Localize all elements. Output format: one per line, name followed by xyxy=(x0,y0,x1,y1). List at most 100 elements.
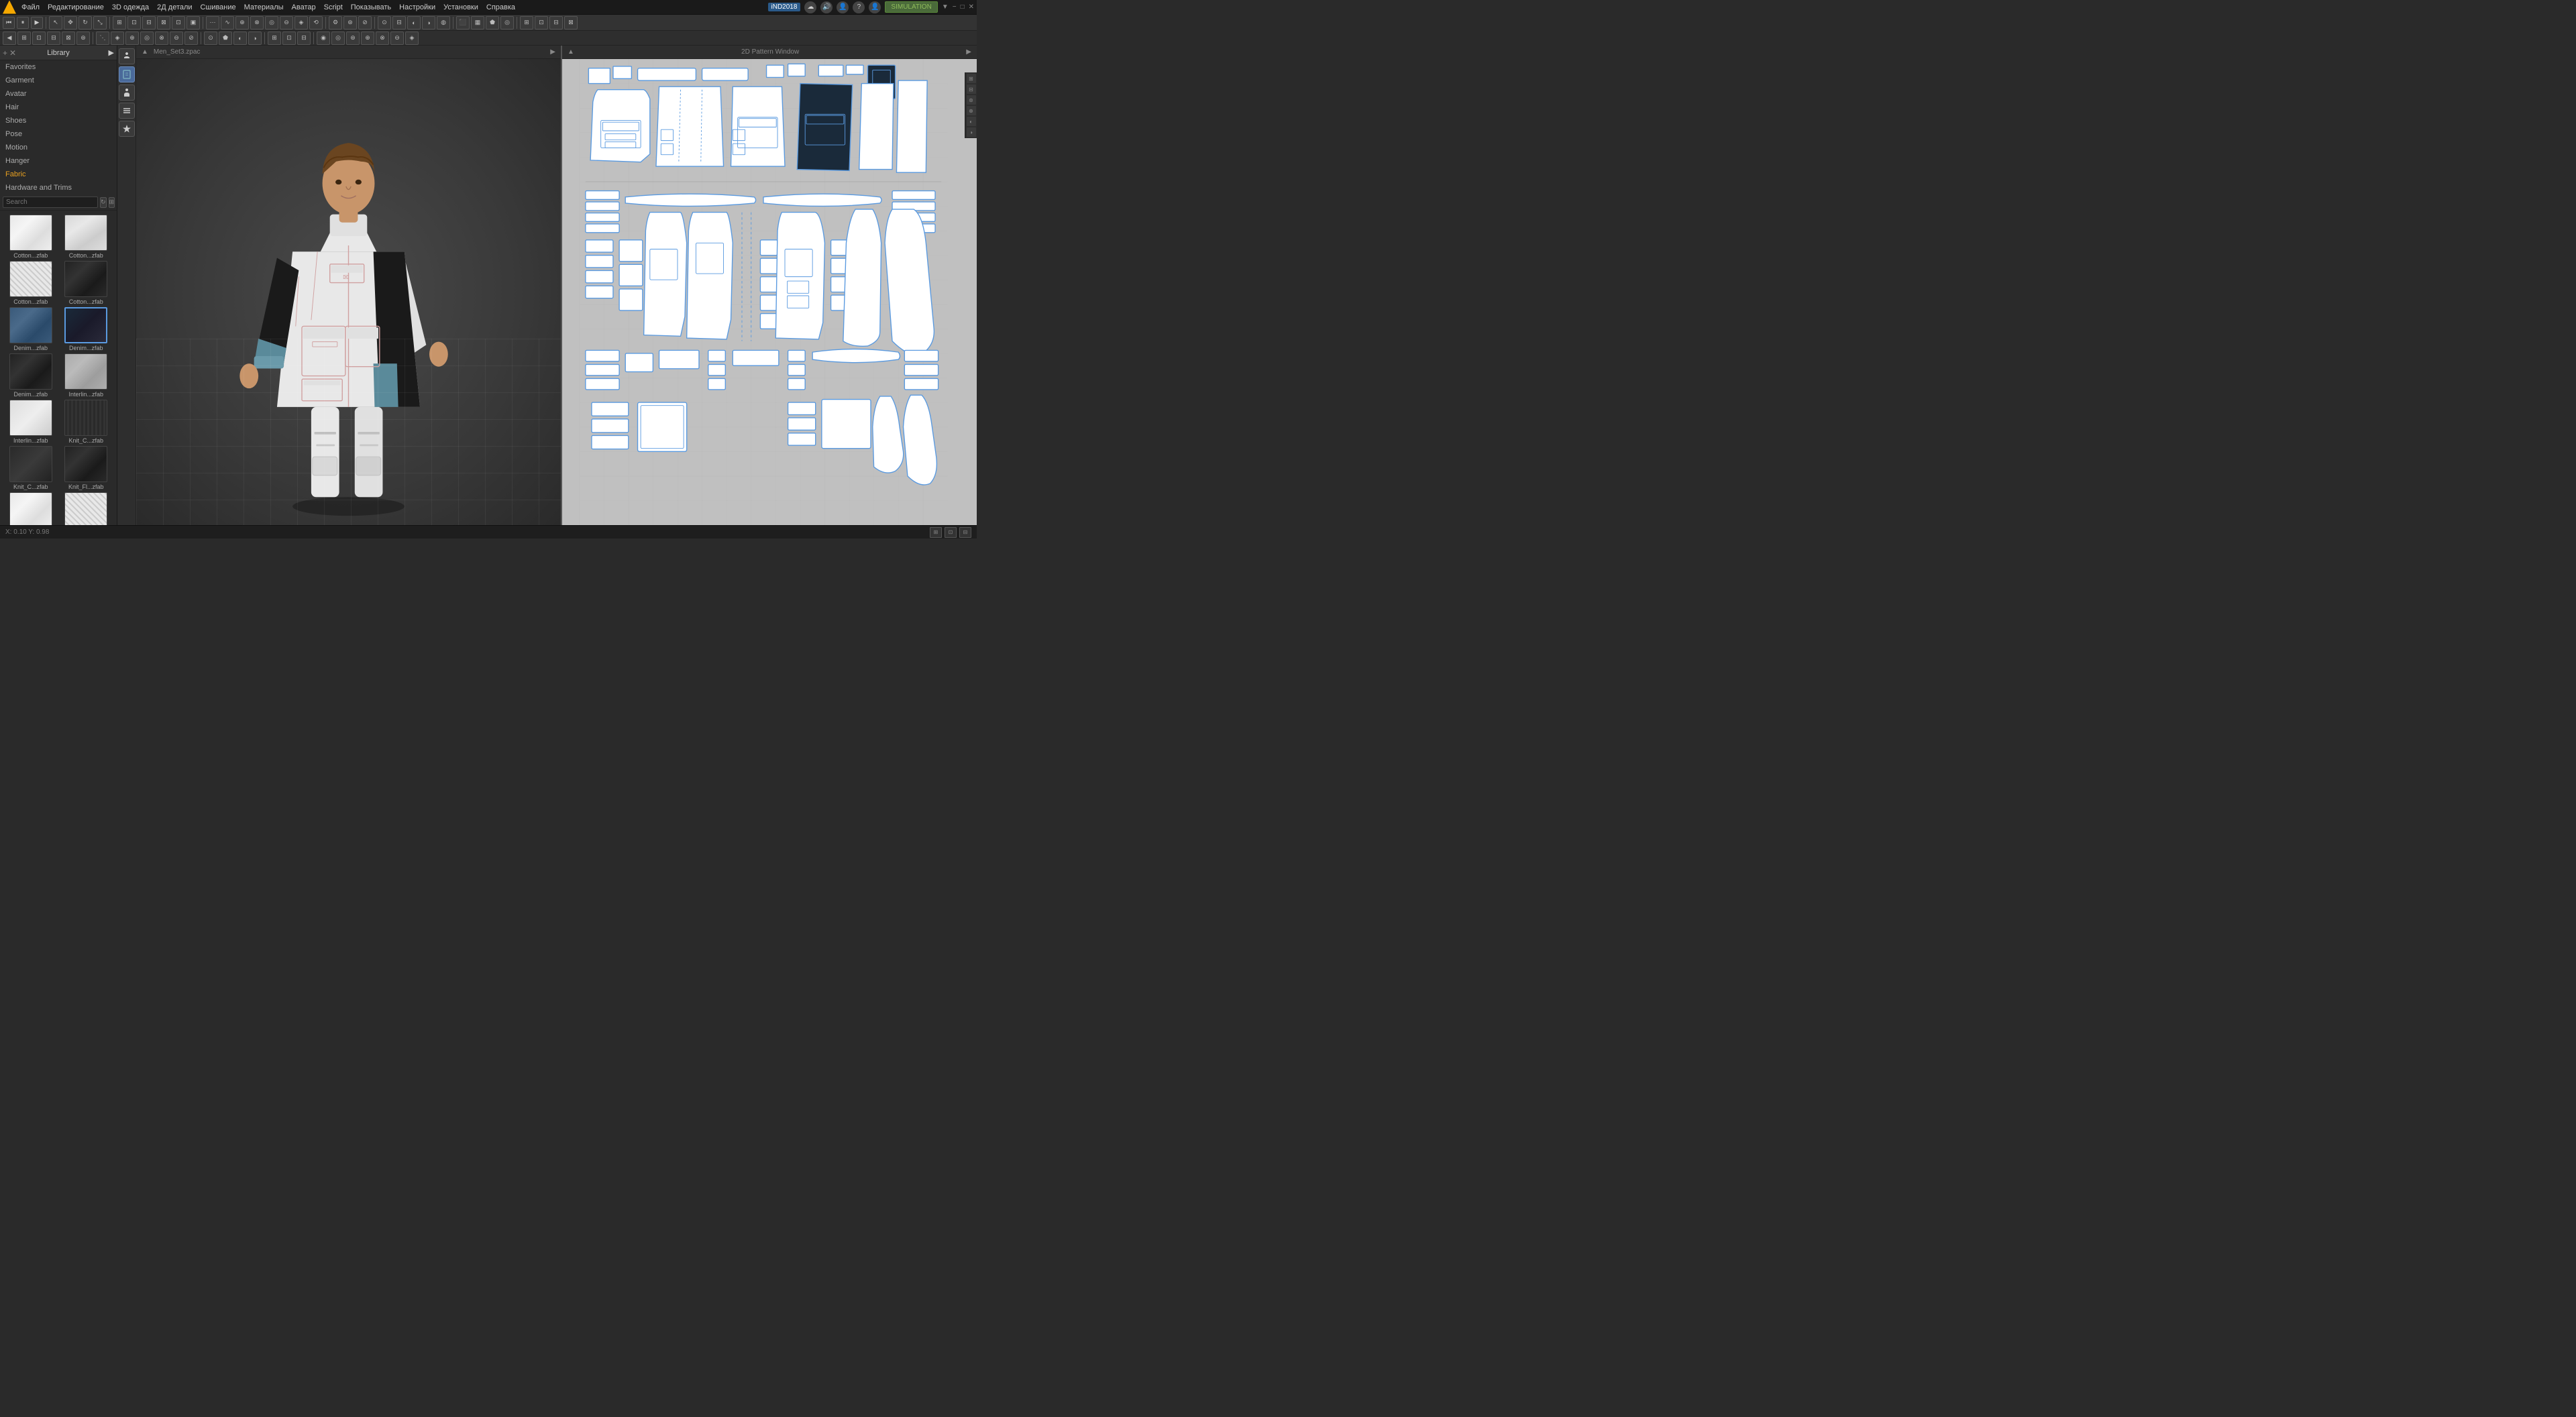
tool-19[interactable]: ⚙ xyxy=(329,16,342,30)
tb2-5[interactable]: ⊠ xyxy=(62,32,75,45)
fabric-item-6[interactable]: Denim...zfab xyxy=(4,353,58,398)
sidebar-item-garment[interactable]: Garment xyxy=(0,74,117,87)
sidebar-item-pose[interactable]: Pose xyxy=(0,127,117,141)
cloud-icon[interactable]: ☁ xyxy=(804,1,816,13)
tb2-11[interactable]: ⊗ xyxy=(155,32,168,45)
maximize-icon[interactable]: □ xyxy=(961,3,965,11)
fabric-item-4[interactable]: Denim...zfab xyxy=(4,307,58,351)
menu-2d[interactable]: 2Д детали xyxy=(157,3,192,11)
refresh-icon[interactable]: ↻ xyxy=(100,197,107,208)
tool-14[interactable]: ⊗ xyxy=(250,16,264,30)
menu-settings[interactable]: Настройки xyxy=(399,3,435,11)
tool-18[interactable]: ⟲ xyxy=(309,16,323,30)
fabric-item-12[interactable]: Cotton...zfab xyxy=(4,492,58,525)
tool-29[interactable]: ⬟ xyxy=(486,16,499,30)
tb2-7[interactable]: ⋱ xyxy=(96,32,109,45)
tb2-22[interactable]: ◎ xyxy=(331,32,345,45)
rotate-tool[interactable]: ↻ xyxy=(78,16,92,30)
view-btn-3[interactable]: ⊟ xyxy=(959,527,971,538)
pattern-tb-1[interactable]: ⊞ xyxy=(967,74,976,83)
fabric-item-0[interactable]: Cotton...zfab xyxy=(4,215,58,259)
tb2-19[interactable]: ⊡ xyxy=(282,32,296,45)
viewport-expand-right-icon[interactable]: ▶ xyxy=(550,48,555,56)
tool-10[interactable]: ▣ xyxy=(186,16,200,30)
sidebar-item-favorites[interactable]: Favorites xyxy=(0,60,117,74)
tool-16[interactable]: ⊖ xyxy=(280,16,293,30)
pattern-tb-4[interactable]: ⊕ xyxy=(967,106,976,115)
sidebar-item-shoes[interactable]: Shoes xyxy=(0,114,117,127)
viewport-expand-icon[interactable]: ▲ xyxy=(142,48,148,56)
tool-12[interactable]: ∿ xyxy=(221,16,234,30)
tool-8[interactable]: ⊠ xyxy=(157,16,170,30)
menu-edit[interactable]: Редактирование xyxy=(48,3,104,11)
tb2-21[interactable]: ◉ xyxy=(317,32,330,45)
menu-help[interactable]: Справка xyxy=(486,3,515,11)
user-icon[interactable]: 👤 xyxy=(837,1,849,13)
tb2-9[interactable]: ⊕ xyxy=(125,32,139,45)
fabric-item-11[interactable]: Knit_Fl...zfab xyxy=(60,446,113,490)
tool-24[interactable]: ◐ xyxy=(407,16,421,30)
sidebar-item-avatar[interactable]: Avatar xyxy=(0,87,117,101)
tool-26[interactable]: ◍ xyxy=(437,16,450,30)
sidebar-expand-icon[interactable]: ▶ xyxy=(109,48,114,57)
avatar2-icon[interactable]: 👤 xyxy=(869,1,881,13)
tool-25[interactable]: ◑ xyxy=(422,16,435,30)
view-btn-2[interactable]: ⊡ xyxy=(945,527,957,538)
fabric-item-3[interactable]: Cotton...zfab xyxy=(60,261,113,305)
sidebar-item-fabric[interactable]: Fabric xyxy=(0,168,117,181)
tool-32[interactable]: ⊡ xyxy=(535,16,548,30)
fabric-item-2[interactable]: Cotton...zfab xyxy=(4,261,58,305)
close-icon[interactable]: ✕ xyxy=(969,3,974,11)
pattern-expand-right-icon[interactable]: ▶ xyxy=(966,48,971,56)
tool-17[interactable]: ◈ xyxy=(294,16,308,30)
sidebar-item-hardware[interactable]: Hardware and Trims xyxy=(0,181,117,194)
sidebar-add-icon[interactable]: + xyxy=(3,48,7,58)
tb2-1[interactable]: ◀ xyxy=(3,32,16,45)
select-tool[interactable]: ↖ xyxy=(49,16,62,30)
pattern-expand-left-icon[interactable]: ▲ xyxy=(568,48,574,56)
dropdown-arrow-icon[interactable]: ▼ xyxy=(942,3,949,11)
tool-15[interactable]: ◎ xyxy=(265,16,278,30)
tb2-3[interactable]: ⊡ xyxy=(32,32,46,45)
tool-13[interactable]: ⊕ xyxy=(235,16,249,30)
tool-23[interactable]: ⊟ xyxy=(392,16,406,30)
tb2-23[interactable]: ⊛ xyxy=(346,32,360,45)
fabric-item-10[interactable]: Knit_C...zfab xyxy=(4,446,58,490)
sim-mode-badge[interactable]: SIMULATION xyxy=(885,1,937,13)
tb2-6[interactable]: ⊛ xyxy=(76,32,90,45)
model-icon-1[interactable] xyxy=(119,48,135,64)
view-btn-1[interactable]: ⊞ xyxy=(930,527,942,538)
tb2-18[interactable]: ⊞ xyxy=(268,32,281,45)
viewport-canvas[interactable]: ✉ xyxy=(136,59,561,525)
tool-21[interactable]: ⊘ xyxy=(358,16,372,30)
sidebar-item-hanger[interactable]: Hanger xyxy=(0,154,117,168)
menu-avatar[interactable]: Аватар xyxy=(292,3,316,11)
tool-7[interactable]: ⊟ xyxy=(142,16,156,30)
tool-30[interactable]: ◎ xyxy=(500,16,514,30)
minimize-icon[interactable]: − xyxy=(953,3,957,11)
tool-27[interactable]: ⬛ xyxy=(456,16,470,30)
model-icon-4[interactable] xyxy=(119,103,135,119)
pattern-canvas[interactable]: ⊞ ⊟ ⊛ ⊕ ◐ ◑ xyxy=(562,59,977,525)
tb2-8[interactable]: ◈ xyxy=(111,32,124,45)
tb2-2[interactable]: ⊞ xyxy=(17,32,31,45)
sidebar-close-icon[interactable]: ✕ xyxy=(9,48,16,58)
tool-22[interactable]: ⊙ xyxy=(378,16,391,30)
menu-3d[interactable]: 3D одежда xyxy=(112,3,149,11)
fabric-item-13[interactable]: Cotton...zfab xyxy=(60,492,113,525)
sidebar-item-motion[interactable]: Motion xyxy=(0,141,117,154)
pause-btn[interactable]: ⏸ xyxy=(17,17,29,29)
fabric-item-1[interactable]: Cotton...zfab xyxy=(60,215,113,259)
tb2-20[interactable]: ⊟ xyxy=(297,32,311,45)
tool-33[interactable]: ⊟ xyxy=(549,16,563,30)
tb2-10[interactable]: ◎ xyxy=(140,32,154,45)
audio-icon[interactable]: 🔊 xyxy=(820,1,833,13)
tb2-13[interactable]: ⊘ xyxy=(184,32,198,45)
move-tool[interactable]: ✥ xyxy=(64,16,77,30)
tool-31[interactable]: ⊞ xyxy=(520,16,533,30)
tb2-27[interactable]: ◈ xyxy=(405,32,419,45)
tool-5[interactable]: ⊞ xyxy=(113,16,126,30)
pattern-tb-5[interactable]: ◐ xyxy=(967,117,976,126)
search-input[interactable] xyxy=(3,196,98,208)
menu-script[interactable]: Script xyxy=(324,3,343,11)
